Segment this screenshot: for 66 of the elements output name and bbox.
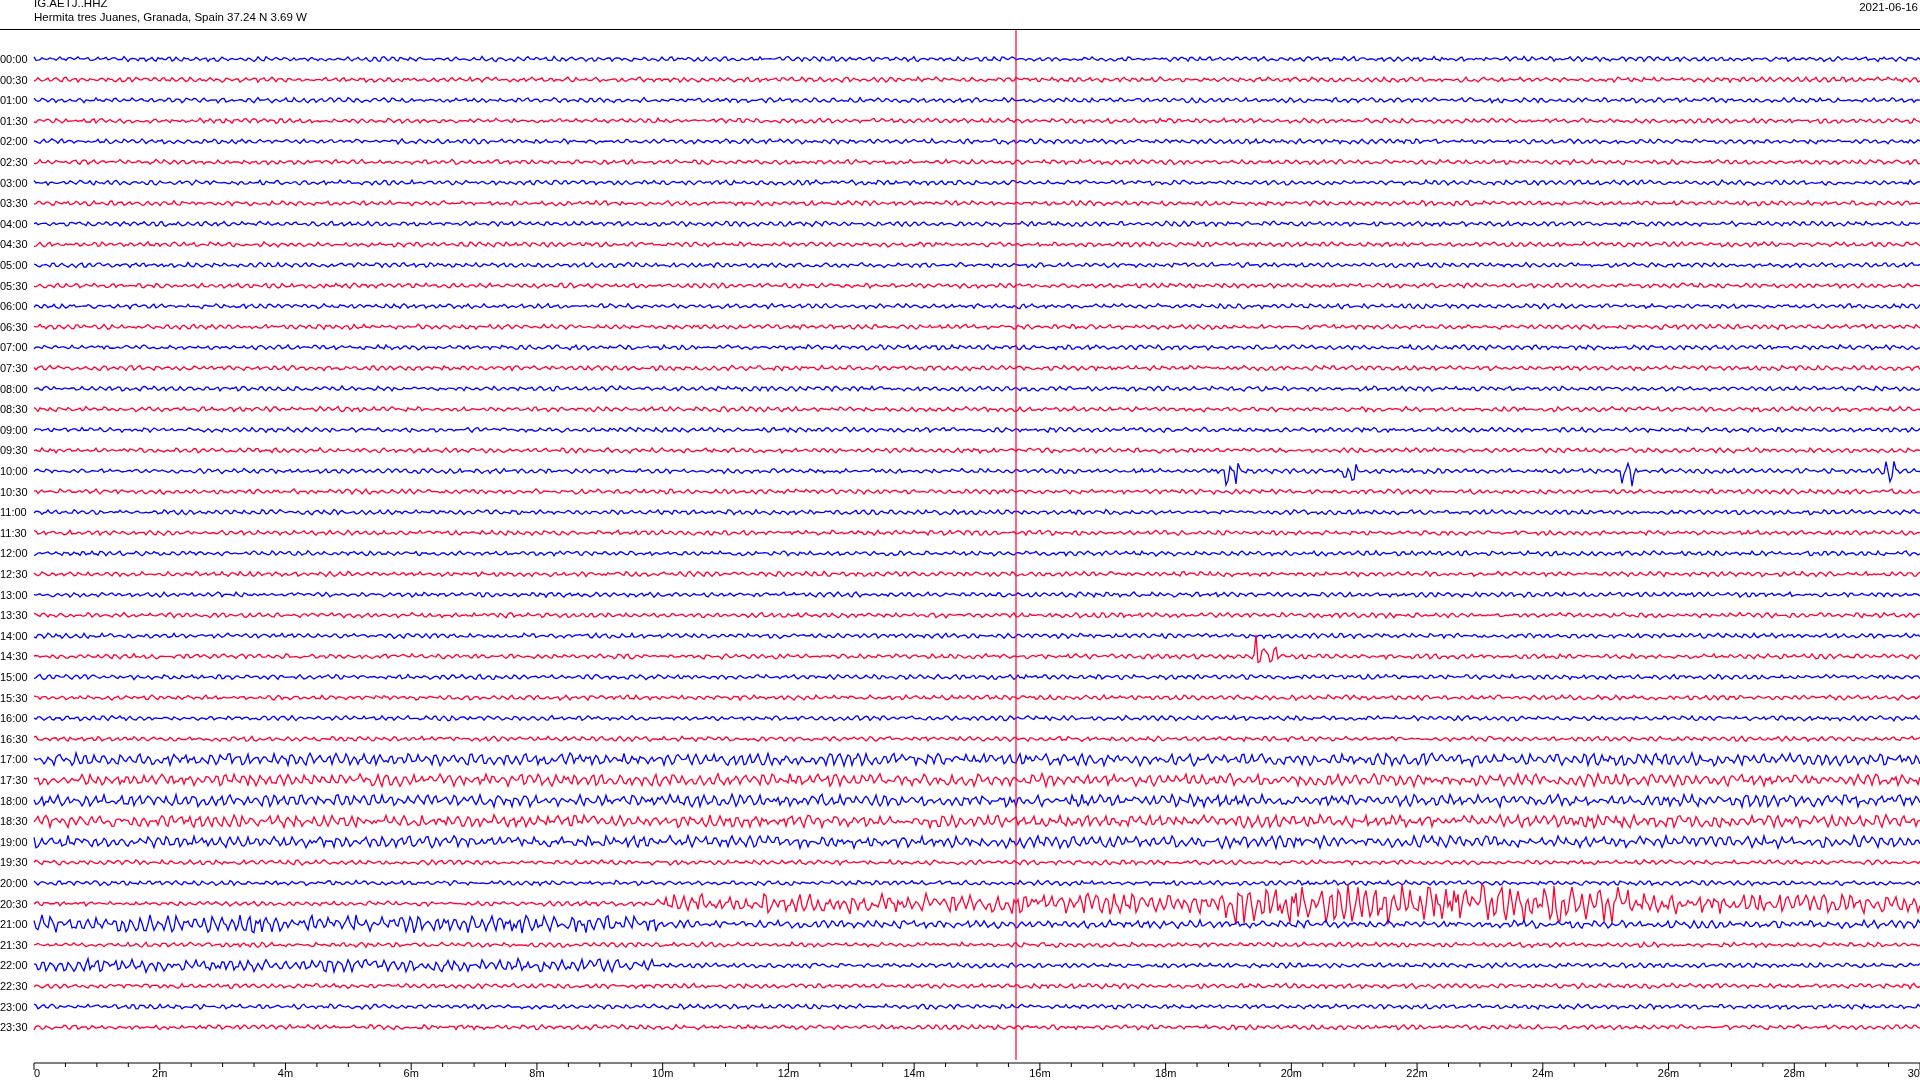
axis-label: 6m bbox=[403, 1067, 419, 1079]
row-time-label: 21:00 bbox=[0, 918, 28, 931]
axis-label: 2m bbox=[152, 1067, 168, 1079]
axis-label: 14m bbox=[903, 1067, 925, 1079]
row-time-label: 05:00 bbox=[0, 259, 28, 271]
row-time-label: 15:00 bbox=[0, 671, 28, 683]
axis-label: 8m bbox=[529, 1067, 545, 1079]
axis-label: 16m bbox=[1029, 1067, 1051, 1079]
station-location: Hermita tres Juanes, Granada, Spain 37.24 N 3.69 W bbox=[34, 11, 307, 24]
row-time-label: 11:00 bbox=[0, 506, 27, 519]
row-time-label: 14:30 bbox=[0, 650, 28, 663]
row-time-label: 14:00 bbox=[0, 629, 28, 642]
row-time-label: 10:30 bbox=[0, 485, 28, 498]
axis-label: 18m bbox=[1154, 1067, 1177, 1079]
row-time-label: 13:00 bbox=[0, 588, 28, 601]
axis-label: 4m bbox=[277, 1067, 294, 1079]
row-time-label: 23:00 bbox=[0, 1000, 28, 1013]
row-time-label: 04:30 bbox=[0, 238, 28, 251]
row-time-label: 09:30 bbox=[0, 444, 28, 457]
row-time-label: 20:30 bbox=[0, 897, 28, 910]
axis-label: 22m bbox=[1406, 1067, 1428, 1079]
axis-label: 0 bbox=[34, 1067, 41, 1079]
row-time-label: 21:30 bbox=[0, 938, 28, 951]
axis-label: 10m bbox=[651, 1067, 674, 1079]
row-time-label: 03:30 bbox=[0, 197, 28, 210]
row-time-label: 09:00 bbox=[0, 423, 28, 436]
axis-label: 24m bbox=[1532, 1067, 1554, 1079]
row-time-label: 02:30 bbox=[0, 156, 28, 168]
row-time-label: 23:30 bbox=[0, 1021, 28, 1034]
row-time-label: 17:30 bbox=[0, 774, 28, 786]
row-time-label: 19:30 bbox=[0, 856, 28, 869]
row-time-label: 16:00 bbox=[0, 712, 28, 725]
axis-label: 12m bbox=[777, 1067, 800, 1079]
row-time-label: 01:00 bbox=[0, 94, 28, 107]
row-time-label: 01:30 bbox=[0, 114, 28, 127]
row-time-label: 13:30 bbox=[0, 609, 28, 622]
row-time-label: 18:00 bbox=[0, 794, 28, 807]
axis-label: 28m bbox=[1783, 1067, 1805, 1079]
row-time-label: 16:30 bbox=[0, 732, 28, 745]
row-time-label: 12:00 bbox=[0, 547, 28, 560]
row-time-label: 15:30 bbox=[0, 691, 28, 704]
row-time-label: 10:00 bbox=[0, 465, 28, 477]
row-time-label: 08:00 bbox=[0, 382, 28, 395]
row-time-label: 07:30 bbox=[0, 362, 28, 374]
row-time-label: 03:00 bbox=[0, 176, 28, 189]
row-time-label: 00:00 bbox=[0, 53, 28, 65]
row-time-label: 08:30 bbox=[0, 403, 28, 416]
row-time-label: 12:30 bbox=[0, 568, 28, 580]
row-time-label: 11:30 bbox=[0, 526, 27, 539]
row-time-label: 07:00 bbox=[0, 341, 28, 354]
row-time-label: 04:00 bbox=[0, 217, 28, 230]
row-time-label: 05:30 bbox=[0, 279, 28, 292]
row-time-label: 20:00 bbox=[0, 877, 28, 889]
row-time-label: 02:00 bbox=[0, 135, 28, 148]
axis-label: 26m bbox=[1657, 1067, 1680, 1079]
row-time-label: 06:00 bbox=[0, 300, 28, 313]
row-time-label: 18:30 bbox=[0, 815, 28, 828]
axis-label: 20m bbox=[1280, 1067, 1303, 1079]
row-time-label: 06:30 bbox=[0, 320, 28, 333]
row-time-label: 22:00 bbox=[0, 959, 28, 972]
row-time-label: 00:30 bbox=[0, 73, 28, 86]
row-time-label: 17:00 bbox=[0, 753, 28, 766]
axis-label: 30 bbox=[1907, 1067, 1920, 1079]
row-time-label: 22:30 bbox=[0, 980, 28, 992]
plot-date: 2021-06-16 bbox=[1859, 1, 1919, 15]
row-time-label: 19:00 bbox=[0, 835, 28, 848]
